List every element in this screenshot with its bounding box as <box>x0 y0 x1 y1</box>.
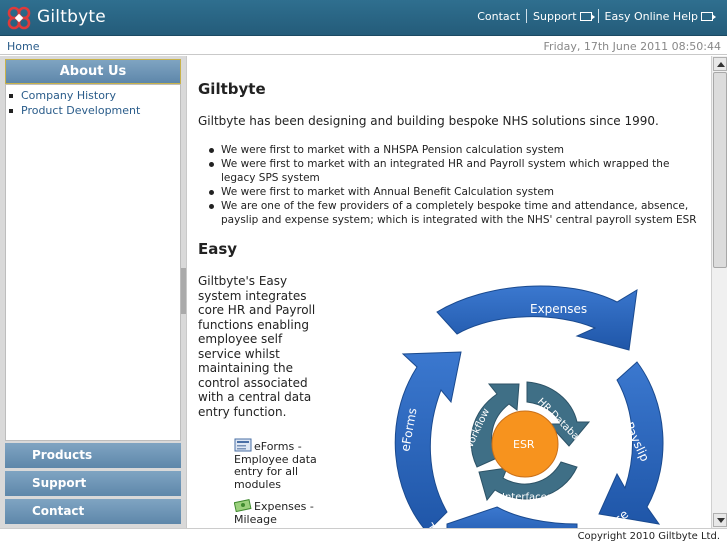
intro-paragraph: Giltbyte has been designing and building… <box>198 114 659 128</box>
timesheet-arrow-segment <box>446 506 578 528</box>
list-item: Expenses - Mileage <box>234 498 324 526</box>
form-icon <box>234 438 252 452</box>
scroll-down-icon[interactable] <box>713 513 727 527</box>
sidebar-subnav-list: Company History Product Development <box>6 85 180 118</box>
bullet-icon <box>9 93 13 98</box>
external-link-icon <box>701 11 716 21</box>
main-content: Giltbyte Giltbyte has been designing and… <box>186 56 711 528</box>
nav-support-link[interactable]: Support <box>527 10 597 23</box>
scroll-up-icon[interactable] <box>713 57 727 71</box>
easy-description: Giltbyte's Easy system integrates core H… <box>198 274 316 419</box>
top-navigation: Contact Support Easy Online Help <box>471 9 719 23</box>
easy-cycle-diagram: Expenses Payslip eForms Time ence HR Dat… <box>394 285 664 528</box>
nav-easy-online-help-link[interactable]: Easy Online Help <box>599 10 719 23</box>
breadcrumb-bar: Home Friday, 17th June 2011 08:50:44 <box>0 37 727 55</box>
diagram-label-expenses: Expenses <box>530 302 587 316</box>
diagram-label-interfaces: Interfaces <box>502 492 552 503</box>
current-datetime: Friday, 17th June 2011 08:50:44 <box>543 40 721 53</box>
sidebar-section-contact[interactable]: Contact <box>5 499 181 524</box>
sidebar-section-products[interactable]: Products <box>5 443 181 468</box>
nav-contact-label: Contact <box>477 9 521 23</box>
easy-heading: Easy <box>198 240 238 258</box>
brand-name[interactable]: Giltbyte <box>37 7 106 27</box>
sidebar-item-product-development[interactable]: Product Development <box>9 103 180 118</box>
bullet-icon <box>9 108 13 113</box>
site-header: Giltbyte Contact Support Easy Online Hel… <box>0 0 727 36</box>
breadcrumb-home-link[interactable]: Home <box>7 40 39 53</box>
main-scrollbar[interactable] <box>711 56 727 528</box>
sidebar-item-label: Company History <box>21 89 116 102</box>
scrollbar-thumb[interactable] <box>713 72 727 268</box>
list-item: We were first to market with Annual Bene… <box>209 185 707 199</box>
sidebar-section-about-us[interactable]: About Us <box>5 59 181 84</box>
giltbyte-logo-icon[interactable] <box>6 5 32 31</box>
diagram-center-esr: ESR <box>513 438 535 451</box>
list-item: We were first to market with an integrat… <box>209 157 707 185</box>
list-item: We are one of the few providers of a com… <box>209 199 707 227</box>
site-footer: Copyright 2010 Giltbyte Ltd. <box>0 528 727 545</box>
nav-contact-link[interactable]: Contact <box>471 10 526 23</box>
expenses-arrow-segment <box>436 285 638 351</box>
page-title: Giltbyte <box>198 80 266 98</box>
list-item: eForms - Employee data entry for all mod… <box>234 438 324 491</box>
sidebar-item-label: Product Development <box>21 104 141 117</box>
list-item: We were first to market with a NHSPA Pen… <box>209 143 707 157</box>
copyright-text: Copyright 2010 Giltbyte Ltd. <box>577 531 720 542</box>
sidebar-item-company-history[interactable]: Company History <box>9 88 180 103</box>
sidebar-subnav-panel: Company History Product Development <box>5 84 181 441</box>
sidebar: About Us Company History Product Develop… <box>0 56 186 528</box>
money-icon <box>234 499 252 512</box>
nav-easy-help-label: Easy Online Help <box>604 9 698 23</box>
external-link-icon <box>579 11 595 21</box>
facts-list: We were first to market with a NHSPA Pen… <box>209 143 707 227</box>
nav-support-label: Support <box>533 9 577 23</box>
modules-list: eForms - Employee data entry for all mod… <box>234 438 324 528</box>
sidebar-section-support[interactable]: Support <box>5 471 181 496</box>
